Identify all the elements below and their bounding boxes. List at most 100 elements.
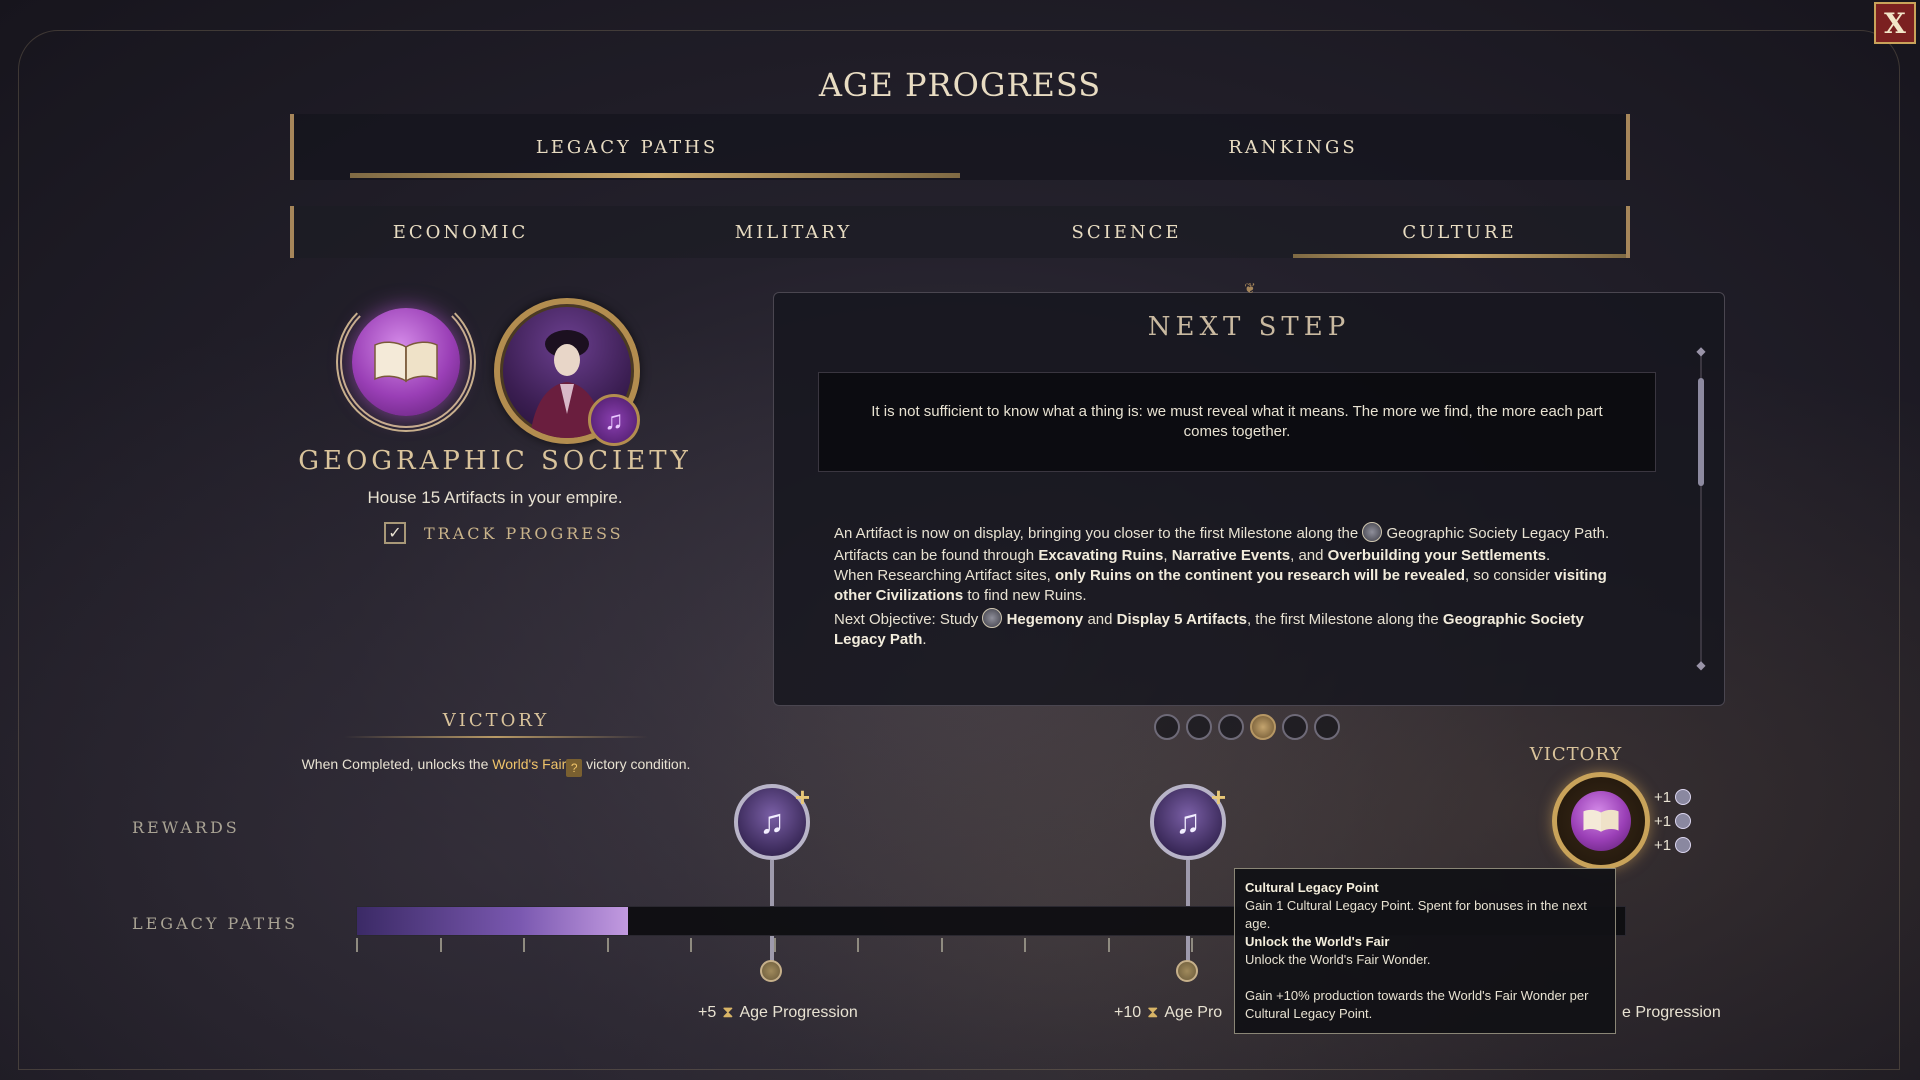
victory-condition-text: When Completed, unlocks the World's Fair…	[240, 756, 752, 777]
body-text: to find new Ruins.	[967, 587, 1087, 604]
progress-tick	[356, 938, 358, 952]
book-glyph	[374, 341, 438, 383]
legacy-point-icon	[1675, 789, 1692, 805]
tab-rankings[interactable]: RANKINGS	[960, 114, 1626, 180]
tab-economic[interactable]: ECONOMIC	[294, 206, 627, 258]
body-text: Next Objective: Study	[834, 611, 979, 628]
tab-culture[interactable]: CULTURE	[1293, 206, 1626, 258]
scroll-down-icon[interactable]: ◆	[1694, 658, 1708, 672]
body-text: Artifacts can be found through	[834, 547, 1035, 564]
victory-text: When Completed, unlocks the	[301, 756, 489, 772]
scrollbar-thumb[interactable]	[1698, 378, 1704, 486]
geographic-society-icon	[1362, 522, 1383, 542]
close-button[interactable]: X	[1874, 2, 1916, 44]
progress-tick	[690, 938, 692, 952]
tab-legacy-paths[interactable]: LEGACY PATHS	[294, 114, 960, 180]
music-note-icon: ♫	[759, 802, 785, 841]
progress-tick	[606, 938, 609, 952]
body-paragraph: Next Objective: Study Hegemony and Displ…	[834, 608, 1634, 650]
quote-text: It is not sufficient to know what a thin…	[871, 403, 1603, 440]
pager-dot[interactable]	[1250, 714, 1276, 740]
open-book-icon	[336, 292, 476, 432]
plus-icon: +	[1210, 782, 1226, 812]
pager-dot[interactable]	[1282, 714, 1308, 740]
worlds-fair-icon: ?	[566, 759, 583, 777]
tooltip-heading: Unlock the World's Fair	[1245, 934, 1390, 949]
reward-tooltip: Cultural Legacy Point Gain 1 Cultural Le…	[1234, 868, 1616, 1034]
pager-dot[interactable]	[1218, 714, 1244, 740]
bonus-item: +1	[1654, 810, 1692, 834]
pager-dot[interactable]	[1154, 714, 1180, 740]
tooltip-text: Gain 1 Cultural Legacy Point. Spent for …	[1245, 898, 1587, 931]
victory-bonus-list: +1 +1 +1	[1654, 786, 1692, 858]
pager-dot[interactable]	[1314, 714, 1340, 740]
victory-medal-icon[interactable]	[1552, 772, 1650, 870]
track-progress-checkbox[interactable]: ✓	[384, 522, 406, 544]
legacy-path-description: House 15 Artifacts in your empire.	[367, 488, 623, 507]
step-pager	[1154, 714, 1340, 740]
legacy-paths-row-label: LEGACY PATHS	[132, 914, 299, 933]
body-text: .	[1546, 547, 1551, 564]
body-text: .	[922, 631, 927, 648]
progress-tick	[1107, 938, 1110, 952]
body-text: , so consider	[1465, 567, 1551, 584]
hourglass-icon: ⧗	[722, 1004, 734, 1021]
progress-tick	[1191, 938, 1193, 952]
book-glyph	[1583, 809, 1619, 832]
milestone-stem	[1186, 860, 1190, 906]
hegemony-civic-icon	[982, 608, 1003, 628]
next-step-body: An Artifact is now on display, bringing …	[834, 522, 1634, 652]
sub-tab-bar: ECONOMIC MILITARY SCIENCE CULTURE	[290, 206, 1630, 258]
tab-military[interactable]: MILITARY	[627, 206, 960, 258]
plus-icon: +	[794, 782, 810, 812]
track-progress-toggle[interactable]: ✓ TRACK PROGRESS	[384, 522, 624, 544]
legacy-point-icon	[1675, 837, 1692, 853]
scroll-up-icon[interactable]: ◆	[1694, 344, 1708, 358]
bonus-item: +1	[1654, 834, 1692, 858]
body-text: Geographic Society Legacy Path.	[1386, 525, 1610, 542]
music-note-icon: ♫	[1175, 802, 1201, 841]
rewards-row-label: REWARDS	[132, 818, 240, 837]
body-text: An Artifact is now on display, bringing …	[834, 525, 1359, 542]
body-paragraph: Artifacts can be found through Excavatin…	[834, 546, 1634, 606]
milestone-stem	[770, 860, 774, 906]
body-text: and	[1087, 611, 1113, 628]
legacy-point-icon	[1675, 813, 1692, 829]
open-book-icon	[1571, 791, 1631, 851]
body-text: ,	[1163, 547, 1168, 564]
pager-dot[interactable]	[1186, 714, 1212, 740]
milestone-node	[1176, 960, 1198, 982]
milestone-node	[760, 960, 782, 982]
age-progression-label: +5 ⧗ Age Progression	[698, 1004, 858, 1021]
track-progress-label: TRACK PROGRESS	[424, 523, 624, 543]
progress-tick	[439, 938, 442, 952]
page-title: AGE PROGRESS	[818, 66, 1102, 104]
victory-divider	[344, 736, 648, 738]
body-keyword: Excavating Ruins	[1038, 547, 1164, 564]
body-keyword: only Ruins on the continent you research…	[1054, 567, 1466, 584]
victory-title: VICTORY	[442, 710, 550, 731]
tab-science[interactable]: SCIENCE	[960, 206, 1293, 258]
body-keyword: Display 5 Artifacts	[1116, 611, 1247, 628]
music-note-icon: ♫	[588, 394, 640, 446]
panel-scrollbar[interactable]: ◆ ◆	[1696, 344, 1705, 672]
cultural-legacy-point-icon[interactable]: ♫ +	[734, 782, 810, 860]
tooltip-text: Unlock the World's Fair Wonder.	[1245, 952, 1431, 967]
victory-milestone-title: VICTORY	[1529, 744, 1623, 765]
progress-tick	[940, 938, 943, 952]
body-paragraph: An Artifact is now on display, bringing …	[834, 522, 1634, 544]
body-text: , and	[1290, 547, 1324, 564]
worlds-fair-link[interactable]: World's Fair	[492, 756, 566, 772]
main-tab-bar: LEGACY PATHS RANKINGS	[290, 114, 1630, 180]
legacy-path-name: GEOGRAPHIC SOCIETY	[298, 446, 692, 476]
bonus-item: +1	[1654, 786, 1692, 810]
age-progression-label: e Progression	[1622, 1004, 1721, 1021]
body-text: , the first Milestone along the	[1246, 611, 1439, 628]
body-keyword: Overbuilding your Settlements	[1327, 547, 1547, 564]
body-text: When Researching Artifact sites,	[834, 567, 1051, 584]
legacy-progress-fill	[357, 907, 629, 935]
body-keyword: Hegemony	[1006, 611, 1084, 628]
cultural-legacy-point-icon[interactable]: ♫ +	[1150, 782, 1226, 860]
progress-tick	[523, 938, 525, 952]
culture-orb	[352, 308, 460, 416]
